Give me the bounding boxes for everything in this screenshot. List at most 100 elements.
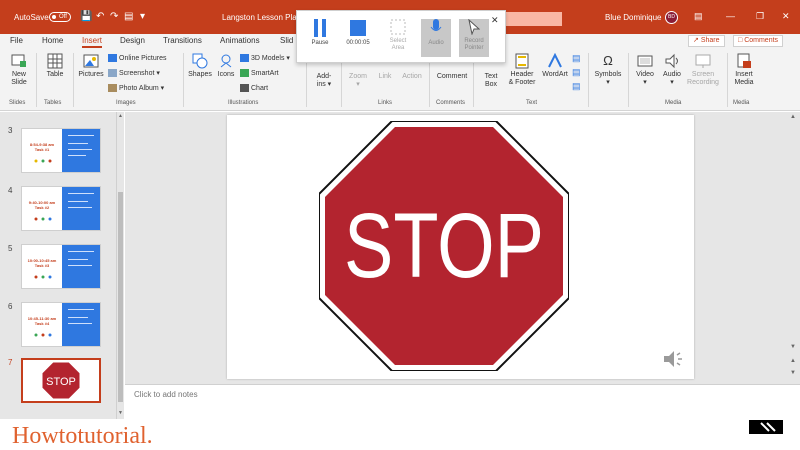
- tab-transitions[interactable]: Transitions: [163, 36, 202, 45]
- slide-thumbnail-3[interactable]: 8:54-9:38 am Task #1: [21, 128, 101, 173]
- scroll-down-icon[interactable]: ▼: [790, 344, 796, 350]
- recording-timer: 00:00:05: [346, 40, 370, 46]
- slide-thumbnail-6[interactable]: 10:45-11:30 am Task #4: [21, 302, 101, 347]
- new-slide-button[interactable]: New Slide: [6, 53, 32, 87]
- chart-button[interactable]: Chart: [240, 84, 268, 92]
- wordart-button[interactable]: WordArt: [540, 53, 570, 79]
- vertical-scrollbar[interactable]: ▲ ▼ ▲ ▼: [788, 112, 800, 384]
- link-button[interactable]: Link: [374, 73, 396, 81]
- action-button[interactable]: Action: [398, 73, 426, 81]
- close-recording-toolbar-icon[interactable]: ✕: [491, 15, 499, 26]
- photo-album-button[interactable]: Photo Album ▾: [108, 84, 164, 93]
- avatar[interactable]: BD: [665, 11, 678, 24]
- audio-button[interactable]: Audio ▾: [659, 53, 685, 87]
- comments-button[interactable]: □ Comments: [733, 35, 784, 47]
- slide-thumbnail-5[interactable]: 10:00-10:45 am Task #3: [21, 244, 101, 289]
- record-pointer-button[interactable]: Record Pointer: [459, 19, 489, 57]
- audio-toggle-button[interactable]: Audio: [421, 19, 451, 57]
- thumbnail-scrollbar[interactable]: ▲ ▼: [116, 112, 124, 419]
- online-pictures-button[interactable]: Online Pictures: [108, 54, 166, 62]
- previous-slide-icon[interactable]: ▲: [790, 358, 796, 364]
- object-icon[interactable]: ▤: [572, 81, 581, 92]
- slide-number-icon[interactable]: ▤: [572, 67, 581, 78]
- photo-album-icon: [108, 84, 117, 93]
- scroll-up-icon[interactable]: ▲: [118, 113, 123, 119]
- microphone-icon: [430, 19, 442, 31]
- online-pictures-icon: [108, 54, 117, 62]
- shapes-icon: [192, 53, 208, 69]
- screenshot-icon: [108, 69, 117, 78]
- notes-pane[interactable]: Click to add notes: [125, 384, 800, 419]
- stop-square-icon: [350, 20, 366, 36]
- new-slide-icon: [11, 54, 26, 67]
- minimize-icon[interactable]: —: [726, 11, 735, 21]
- user-name[interactable]: Blue Dominique: [605, 13, 661, 22]
- scroll-up-icon[interactable]: ▲: [790, 114, 796, 120]
- 3d-models-button[interactable]: 3D Models ▾: [240, 54, 290, 63]
- slide-thumbnail-7[interactable]: STOP: [21, 358, 101, 403]
- tab-file[interactable]: File: [10, 36, 23, 45]
- comment-button[interactable]: Comment: [433, 73, 471, 81]
- save-icon[interactable]: 💾: [80, 11, 92, 22]
- customize-qat-icon[interactable]: ▾: [140, 11, 145, 22]
- close-icon[interactable]: ✕: [782, 11, 790, 22]
- stop-sign-image[interactable]: STOP: [319, 121, 569, 371]
- redo-icon[interactable]: ↷: [110, 11, 118, 22]
- date-time-icon[interactable]: ▤: [572, 53, 581, 64]
- select-area-button[interactable]: Select Area: [383, 19, 413, 52]
- group-illustrations-label: Illustrations: [228, 100, 259, 106]
- stop-recording-button[interactable]: 00:00:05: [341, 19, 375, 47]
- thumbnail-dots: [34, 217, 52, 221]
- current-slide[interactable]: STOP: [227, 115, 694, 379]
- icons-button[interactable]: Icons: [215, 53, 237, 79]
- header-footer-button[interactable]: Header & Footer: [506, 53, 538, 87]
- autosave-toggle[interactable]: Off: [49, 12, 71, 22]
- pause-button[interactable]: Pause: [305, 19, 335, 47]
- next-slide-icon[interactable]: ▼: [790, 370, 796, 376]
- smartart-icon: [240, 69, 249, 77]
- slide-thumbnail-4[interactable]: 9:40-10:00 am Task #2: [21, 186, 101, 231]
- slide-number: 4: [8, 186, 13, 195]
- thumbnail-dots: [34, 333, 52, 337]
- zoom-button[interactable]: Zoom ▾: [344, 73, 372, 89]
- smartart-button[interactable]: SmartArt: [240, 69, 279, 77]
- pen-tool-icon[interactable]: [749, 420, 783, 434]
- screen-recording-icon: [695, 54, 711, 68]
- textbox-button[interactable]: Text Box: [478, 73, 504, 89]
- scrollbar-thumb[interactable]: [118, 192, 123, 402]
- group-images-label: Images: [116, 100, 136, 106]
- pause-icon: [314, 19, 326, 37]
- tab-insert[interactable]: Insert: [82, 36, 103, 48]
- screenshot-button[interactable]: Screenshot ▾: [108, 69, 160, 78]
- scroll-down-icon[interactable]: ▼: [118, 410, 123, 416]
- watermark-text: Howtotutorial.: [12, 423, 153, 449]
- maximize-icon[interactable]: ❐: [756, 11, 764, 22]
- undo-icon[interactable]: ↶: [96, 11, 104, 22]
- tab-slideshow[interactable]: Slid: [280, 36, 293, 45]
- insert-media-button[interactable]: Insert Media: [730, 53, 758, 87]
- share-button[interactable]: ↗ Share: [688, 35, 725, 47]
- present-icon[interactable]: ▤: [124, 11, 133, 22]
- table-icon: [47, 53, 63, 69]
- screen-recording-button[interactable]: Screen Recording: [686, 53, 720, 87]
- ribbon-display-icon[interactable]: ▤: [694, 11, 703, 22]
- tab-animations[interactable]: Animations: [220, 36, 260, 45]
- group-media2-label: Media: [733, 100, 750, 106]
- pictures-button[interactable]: Pictures: [77, 53, 105, 79]
- 3d-models-icon: [240, 54, 249, 63]
- svg-text:STOP: STOP: [46, 376, 76, 388]
- video-button[interactable]: Video ▾: [632, 53, 658, 87]
- addins-button[interactable]: Add- ins ▾: [310, 73, 338, 89]
- tab-home[interactable]: Home: [42, 36, 63, 45]
- group-media-label: Media: [665, 100, 682, 106]
- tab-design[interactable]: Design: [120, 36, 145, 45]
- header-footer-icon: [515, 53, 529, 69]
- separator: [588, 53, 589, 107]
- symbols-button[interactable]: Ω Symbols ▾: [592, 53, 624, 87]
- shapes-button[interactable]: Shapes: [187, 53, 213, 79]
- slide-number: 3: [8, 126, 13, 135]
- search-box[interactable]: [500, 12, 562, 26]
- audio-speaker-icon[interactable]: [663, 350, 685, 368]
- table-button[interactable]: Table: [42, 53, 68, 79]
- separator: [183, 53, 184, 107]
